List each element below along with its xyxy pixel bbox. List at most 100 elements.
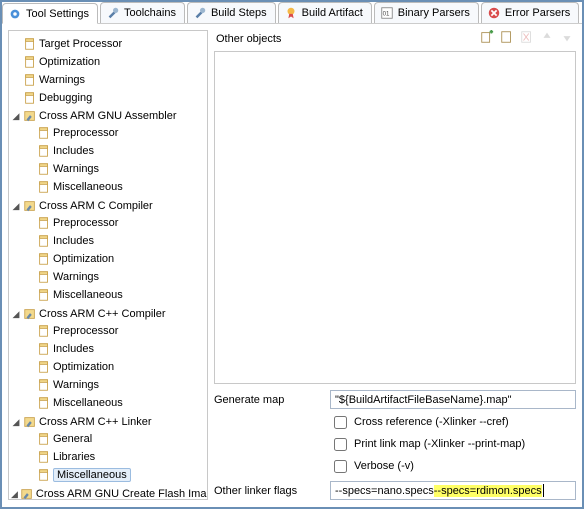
tree-item[interactable]: Includes (25, 233, 205, 249)
tree-item[interactable]: Debugging (11, 90, 205, 106)
page-icon (37, 288, 51, 302)
tree-item[interactable]: Warnings (11, 72, 205, 88)
page-icon (37, 324, 51, 338)
other-objects-list[interactable] (214, 51, 576, 384)
print-link-map-checkbox[interactable] (334, 438, 347, 451)
tree-item[interactable]: Preprocessor (25, 125, 205, 141)
tab-build-steps[interactable]: Build Steps (187, 2, 276, 23)
tree-item[interactable]: Libraries (25, 449, 205, 465)
expand-icon[interactable]: ◢ (11, 489, 18, 499)
delete-icon[interactable] (520, 30, 534, 47)
tree-item[interactable]: Warnings (25, 377, 205, 393)
tree-item[interactable]: General (25, 431, 205, 447)
tree-item[interactable]: Preprocessor (25, 215, 205, 231)
tab-label: Toolchains (124, 7, 176, 19)
tree-group[interactable]: ◢Cross ARM GNU Create Flash Image (11, 486, 205, 500)
tabstrip: Tool Settings Toolchains Build Steps Bui… (2, 2, 582, 24)
tree-item-label: Miscellaneous (53, 181, 123, 193)
wrench-icon (193, 6, 207, 20)
tree-item[interactable]: Miscellaneous (25, 395, 205, 411)
page-icon (23, 55, 37, 69)
flag-text-plain: --specs=nano.specs (335, 485, 434, 497)
cross-reference-checkbox[interactable] (334, 416, 347, 429)
tree-item[interactable]: Miscellaneous (25, 287, 205, 303)
tool-icon (20, 487, 34, 500)
tree-group-label: Cross ARM C Compiler (39, 200, 153, 212)
tree-item[interactable]: Optimization (25, 251, 205, 267)
tree-item[interactable]: Warnings (25, 269, 205, 285)
tree-group[interactable]: ◢Cross ARM C++ Compiler (11, 306, 205, 322)
tree-item[interactable]: Warnings (25, 161, 205, 177)
expand-icon[interactable]: ◢ (11, 201, 21, 211)
expand-icon[interactable]: ◢ (11, 111, 21, 121)
page-icon (37, 270, 51, 284)
tab-toolchains[interactable]: Toolchains (100, 2, 185, 23)
page-icon (37, 396, 51, 410)
tree-item-label: Preprocessor (53, 127, 118, 139)
error-icon (487, 6, 501, 20)
settings-panel: Other objects Generate map Cross referen… (214, 30, 576, 500)
tree-item[interactable]: Target Processor (11, 36, 205, 52)
page-icon (37, 378, 51, 392)
tree-item[interactable]: Optimization (25, 359, 205, 375)
generate-map-input[interactable] (330, 390, 576, 409)
tab-tool-settings[interactable]: Tool Settings (2, 3, 98, 24)
tree-item-label: Miscellaneous (53, 397, 123, 409)
tab-binary-parsers[interactable]: 01 Binary Parsers (374, 2, 479, 23)
other-objects-label: Other objects (216, 33, 281, 45)
tree-item-label: Preprocessor (53, 217, 118, 229)
settings-tree[interactable]: Target Processor Optimization Warnings Debu… (8, 30, 208, 500)
tree-item[interactable]: Miscellaneous (25, 179, 205, 195)
tab-label: Error Parsers (505, 7, 570, 19)
page-icon (23, 73, 37, 87)
tree-item-label: Optimization (53, 253, 114, 265)
binary-icon: 01 (380, 6, 394, 20)
tree-item-label: Warnings (39, 74, 85, 86)
tree-item[interactable]: Includes (25, 143, 205, 159)
add-icon[interactable] (480, 30, 494, 47)
tab-label: Build Artifact (302, 7, 363, 19)
tree-item-label: Includes (53, 145, 94, 157)
tree-item-label: Optimization (53, 361, 114, 373)
other-linker-flags-input[interactable]: --specs=nano.specs --specs=rdimon.specs (330, 481, 576, 500)
tree-item-label: Miscellaneous (53, 468, 131, 482)
tree-item-label: General (53, 433, 92, 445)
tree-group[interactable]: ◢ Cross ARM GNU Assembler (11, 108, 205, 124)
tree-group[interactable]: ◢ Cross ARM C Compiler (11, 198, 205, 214)
tree-group-label: Cross ARM GNU Assembler (39, 110, 177, 122)
gear-icon (8, 7, 22, 21)
tree-item-label: Libraries (53, 451, 95, 463)
tree-item[interactable]: Miscellaneous (25, 467, 205, 483)
verbose-checkbox[interactable] (334, 460, 347, 473)
tree-item[interactable]: Optimization (11, 54, 205, 70)
page-icon (23, 91, 37, 105)
tree-item-label: Warnings (53, 379, 99, 391)
tab-error-parsers[interactable]: Error Parsers (481, 2, 579, 23)
tree-item[interactable]: Includes (25, 341, 205, 357)
add-file-icon[interactable] (500, 30, 514, 47)
tree-item-label: Optimization (39, 56, 100, 68)
tool-icon (23, 415, 37, 429)
move-up-icon[interactable] (540, 30, 554, 47)
tree-group[interactable]: ◢Cross ARM C++ Linker (11, 414, 205, 430)
tab-label: Build Steps (211, 7, 267, 19)
tool-icon (23, 307, 37, 321)
page-icon (23, 37, 37, 51)
tool-icon (23, 199, 37, 213)
tab-build-artifact[interactable]: Build Artifact (278, 2, 372, 23)
page-icon (37, 216, 51, 230)
tree-item-label: Target Processor (39, 38, 122, 50)
page-icon (37, 180, 51, 194)
text-caret (543, 484, 544, 497)
page-icon (37, 342, 51, 356)
tab-label: Tool Settings (26, 8, 89, 20)
generate-map-label: Generate map (214, 394, 324, 406)
move-down-icon[interactable] (560, 30, 574, 47)
tree-item-label: Includes (53, 343, 94, 355)
expand-icon[interactable]: ◢ (11, 309, 21, 319)
page-icon (37, 450, 51, 464)
expand-icon[interactable]: ◢ (11, 417, 21, 427)
tree-item-label: Miscellaneous (53, 289, 123, 301)
tree-item[interactable]: Preprocessor (25, 323, 205, 339)
tree-item-label: Includes (53, 235, 94, 247)
